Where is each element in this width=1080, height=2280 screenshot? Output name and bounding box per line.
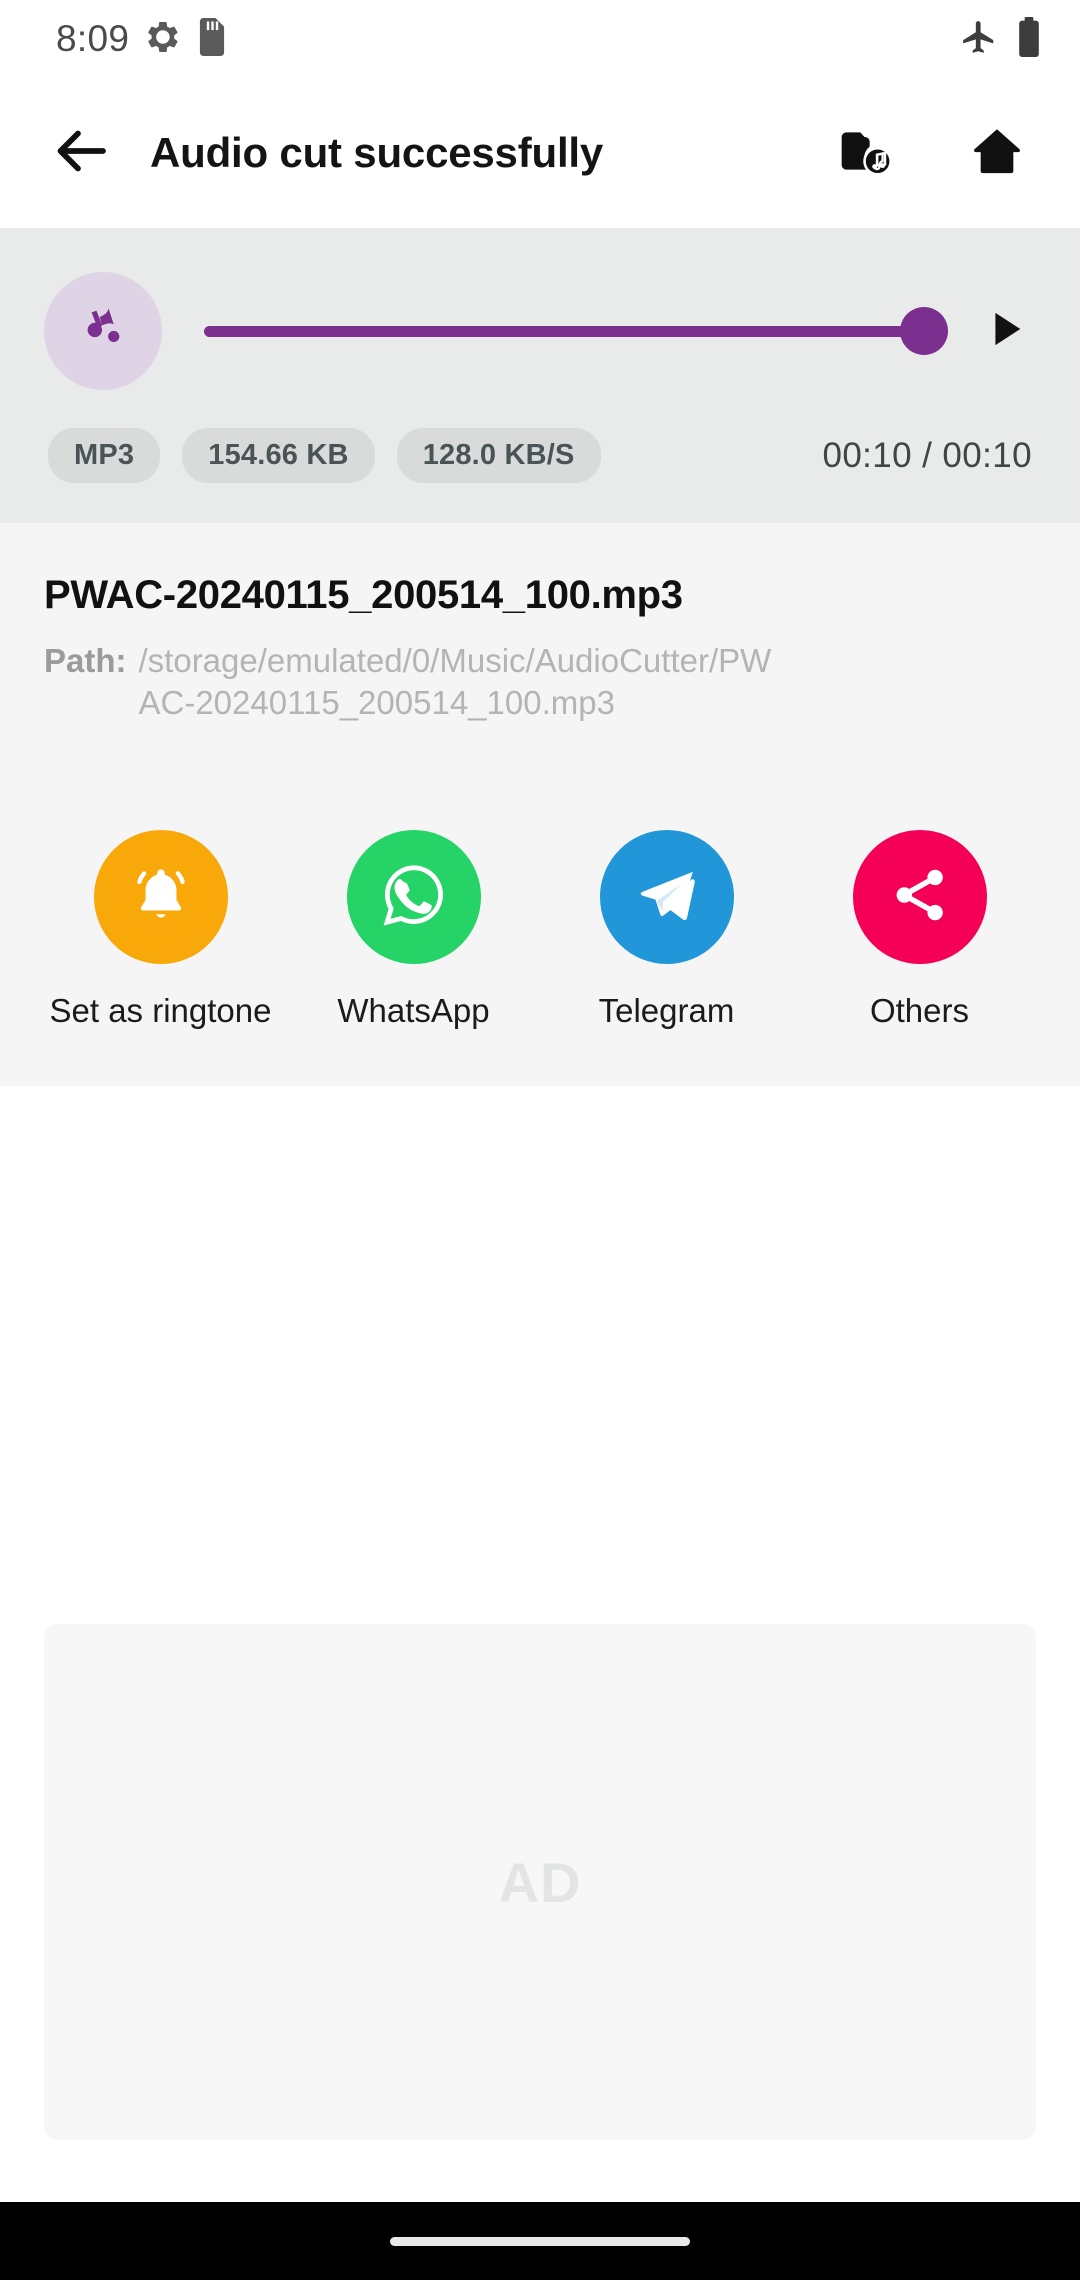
action-set-as-ringtone[interactable]: Set as ringtone <box>34 830 287 1030</box>
gear-icon <box>145 19 181 60</box>
sd-card-icon <box>197 17 227 61</box>
status-bar-right <box>960 16 1042 62</box>
music-folder-icon <box>837 123 893 184</box>
others-button-circle[interactable] <box>852 830 987 965</box>
path-label: Path: <box>44 642 127 679</box>
music-folder-button[interactable] <box>830 118 900 188</box>
telegram-button-circle[interactable] <box>599 830 734 965</box>
action-label: Set as ringtone <box>49 992 272 1030</box>
seek-bar[interactable] <box>204 307 948 355</box>
whatsapp-button-circle[interactable] <box>346 830 481 965</box>
home-button[interactable] <box>962 118 1032 188</box>
status-bar-left: 8:09 <box>56 17 227 61</box>
share-icon <box>887 862 953 933</box>
home-icon <box>969 123 1025 184</box>
airplane-mode-icon <box>960 18 998 61</box>
ad-label: AD <box>498 1850 582 1914</box>
size-chip: 154.66 KB <box>182 428 375 483</box>
file-path-row: Path: /storage/emulated/0/Music/AudioCut… <box>44 640 1036 724</box>
seek-thumb[interactable] <box>900 307 948 355</box>
path-value: /storage/emulated/0/Music/AudioCutter/PW… <box>138 642 772 722</box>
action-label: Others <box>869 992 970 1030</box>
action-label: Telegram <box>598 992 735 1030</box>
music-note-icon <box>75 301 131 362</box>
file-name: PWAC-20240115_200514_100.mp3 <box>44 573 683 617</box>
file-info-section: PWAC-20240115_200514_100.mp3 Path: /stor… <box>0 523 1080 771</box>
ad-container: AD <box>0 1624 1080 2140</box>
audio-meta-row: MP3 154.66 KB 128.0 KB/S 00:10 / 00:10 <box>44 428 1036 483</box>
app-screen: 8:09 Audio cut successfully MP3 154.66 K… <box>0 0 1080 2280</box>
action-telegram[interactable]: Telegram <box>540 830 793 1030</box>
bell-icon <box>126 860 196 935</box>
album-art <box>44 272 162 390</box>
system-nav-bar <box>0 2202 1080 2280</box>
action-whatsapp[interactable]: WhatsApp <box>287 830 540 1030</box>
whatsapp-icon <box>376 857 452 938</box>
play-button[interactable] <box>974 300 1036 362</box>
share-actions-row: Set as ringtone WhatsApp Telegram Others <box>0 770 1080 1087</box>
seek-track[interactable] <box>204 325 948 337</box>
back-arrow-icon <box>53 121 113 186</box>
play-icon <box>982 306 1028 357</box>
playback-time: 00:10 / 00:10 <box>822 435 1032 475</box>
action-others[interactable]: Others <box>793 830 1046 1030</box>
status-bar: 8:09 <box>0 0 1080 78</box>
player-controls-row <box>44 272 1036 390</box>
app-bar: Audio cut successfully <box>0 78 1080 228</box>
telegram-icon <box>631 859 703 936</box>
home-gesture-pill[interactable] <box>390 2236 690 2246</box>
ad-placeholder[interactable]: AD <box>44 1624 1036 2140</box>
content-filler <box>0 1086 1080 1624</box>
app-bar-actions <box>830 118 1032 188</box>
status-time: 8:09 <box>56 18 130 59</box>
audio-player: MP3 154.66 KB 128.0 KB/S 00:10 / 00:10 <box>0 228 1080 523</box>
action-label: WhatsApp <box>337 992 490 1030</box>
page-title: Audio cut successfully <box>150 129 604 176</box>
battery-icon <box>1016 16 1042 62</box>
ad-bottom-gap <box>0 2140 1080 2202</box>
bitrate-chip: 128.0 KB/S <box>396 428 601 483</box>
format-chip: MP3 <box>48 428 161 483</box>
ringtone-button-circle[interactable] <box>93 830 228 965</box>
back-button[interactable] <box>46 116 120 190</box>
